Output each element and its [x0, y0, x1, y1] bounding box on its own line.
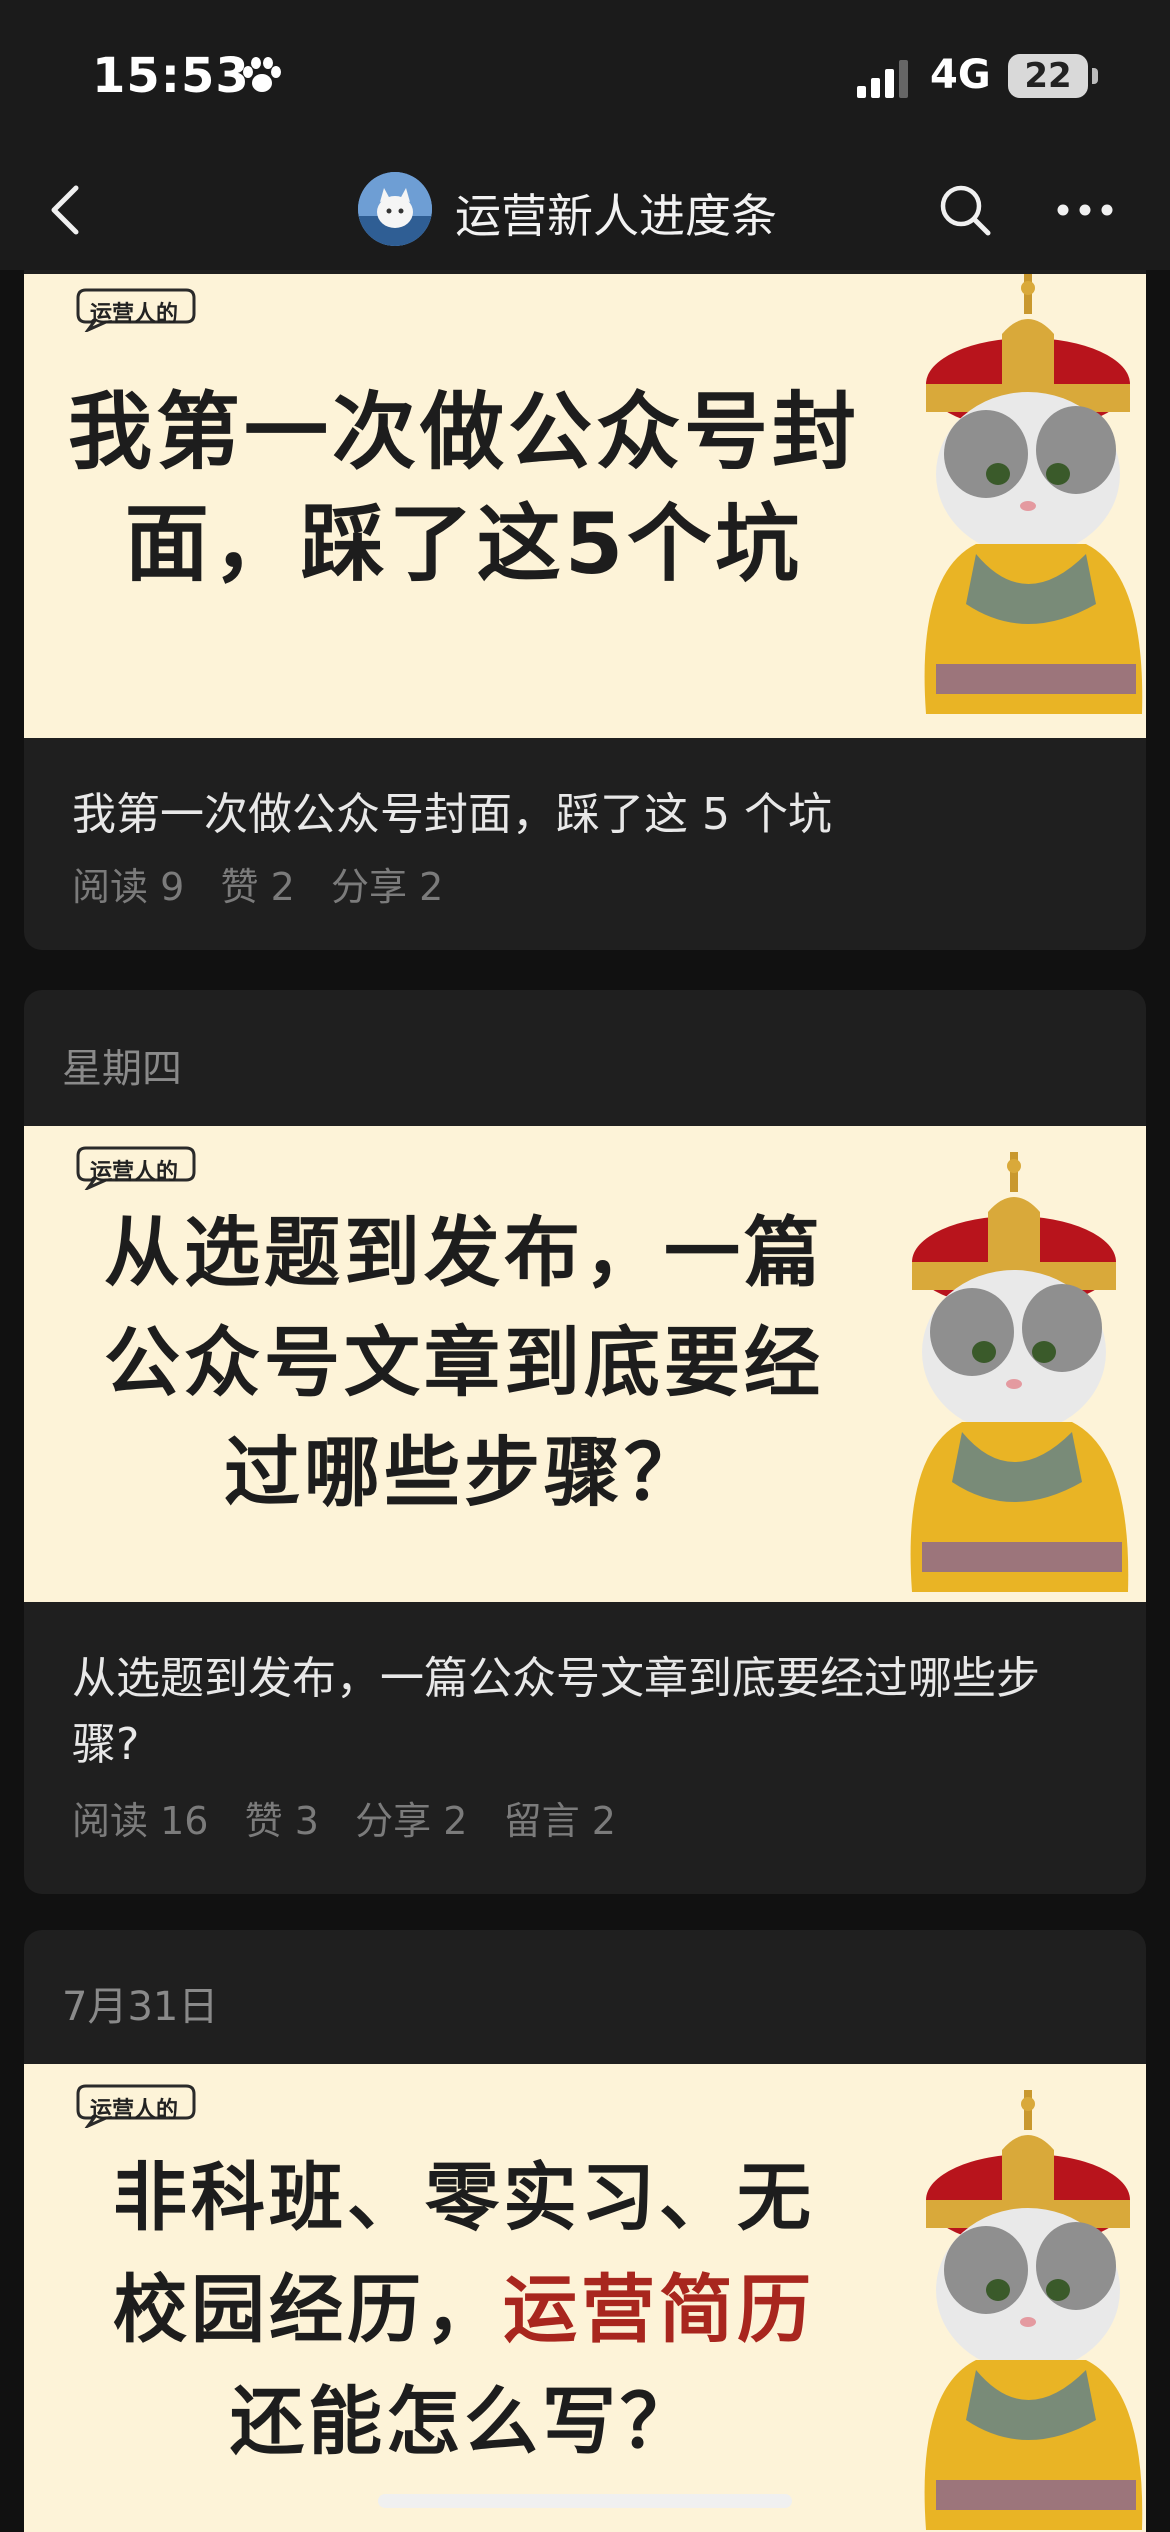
cover-headline: 非科班、零实习、无 校园经历，运营简历 还能怎么写？: [34, 2142, 894, 2478]
publish-date: 星期四: [62, 1046, 182, 1092]
account-avatar[interactable]: [358, 172, 432, 246]
cover-headline-line: 校园经历，运营简历: [34, 2254, 894, 2366]
article-cover[interactable]: 运营人的 从选题到发布，一篇 公众号文章到底要经 过哪些步骤？: [24, 1126, 1146, 1602]
cover-headline-segment: 校园经历，: [113, 2267, 503, 2353]
status-time: 15:53: [92, 48, 250, 104]
article-stats: 阅读 16 赞 3 分享 2 留言 2: [72, 1799, 616, 1843]
cover-tag-text: 运营人的: [90, 2098, 179, 2123]
emperor-cat-illustration: [910, 1152, 1129, 1592]
paw-icon: [243, 57, 281, 92]
cover-headline-line: 公众号文章到底要经: [104, 1318, 824, 1407]
cover-tag-text: 运营人的: [90, 1160, 179, 1185]
article-title[interactable]: 我第一次做公众号封面，踩了这 5 个坑: [72, 782, 1098, 848]
cover-headline: 从选题到发布，一篇 公众号文章到底要经 过哪些步骤？: [34, 1198, 894, 1528]
cover-headline-line: 我第一次做公众号封: [67, 383, 860, 481]
cover-headline-line: 面，踩了这5个坑: [124, 495, 804, 593]
battery-tip: [1092, 68, 1098, 84]
emperor-cat-illustration: [924, 2090, 1143, 2530]
cover-headline-line: 过哪些步骤？: [224, 1428, 704, 1517]
back-arrow-icon[interactable]: [42, 180, 92, 240]
publish-date: 7月31日: [62, 1984, 219, 2030]
cover-tag-text: 运营人的: [90, 302, 179, 327]
article-stats: 阅读 9 赞 2 分享 2: [72, 865, 444, 909]
cover-headline-line: 非科班、零实习、无: [113, 2155, 815, 2241]
page-title: 运营新人进度条: [455, 189, 777, 243]
search-icon[interactable]: [935, 180, 995, 240]
emperor-cat-illustration: [924, 274, 1143, 714]
article-card[interactable]: 运营人的 我第一次做公众号封 面，踩了这5个坑 我第一次做公众号封面，踩了这 5…: [24, 270, 1146, 950]
cover-headline-line: 还能怎么写？: [230, 2379, 698, 2465]
article-card[interactable]: 7月31日 运营人的 非科班、零实习、无 校园经历，运营简历 还能怎么写？: [24, 1930, 1146, 2532]
signal-icon: [857, 60, 908, 98]
home-indicator[interactable]: [378, 2494, 792, 2508]
nav-bar: 运营新人进度条: [0, 150, 1170, 270]
cover-headline-highlight: 运营简历: [503, 2267, 815, 2353]
article-card[interactable]: 星期四 运营人的 从选题到发布，一篇 公众号文章到底要经 过哪些步骤？ 从选题到…: [24, 990, 1146, 1894]
cover-headline: 我第一次做公众号封 面，踩了这5个坑: [34, 376, 894, 600]
battery-indicator: 22: [1008, 54, 1088, 98]
network-type: 4G: [930, 52, 991, 98]
cat-avatar-icon: [358, 172, 432, 246]
article-cover[interactable]: 运营人的 我第一次做公众号封 面，踩了这5个坑: [24, 274, 1146, 738]
status-bar: 15:53 4G 22: [0, 0, 1170, 150]
more-options-icon[interactable]: [1055, 185, 1115, 235]
article-title[interactable]: 从选题到发布，一篇公众号文章到底要经过哪些步骤?: [72, 1646, 1098, 1778]
cover-headline-line: 从选题到发布，一篇: [104, 1208, 824, 1297]
article-cover[interactable]: 运营人的 非科班、零实习、无 校园经历，运营简历 还能怎么写？: [24, 2064, 1146, 2532]
